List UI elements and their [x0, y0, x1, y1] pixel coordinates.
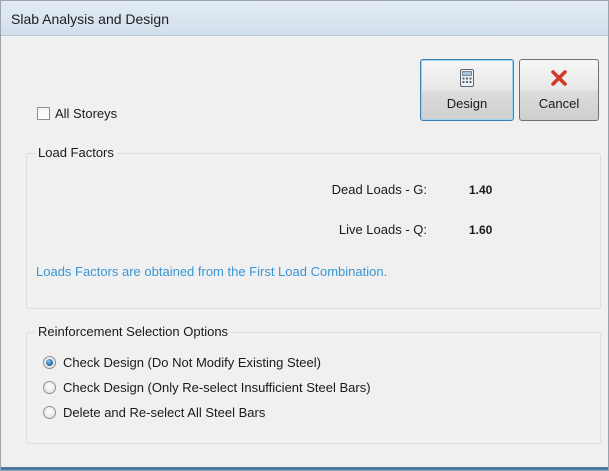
- slab-analysis-dialog: Slab Analysis and Design All Storeys Des…: [0, 0, 609, 471]
- load-factors-title: Load Factors: [35, 145, 117, 160]
- design-button-label: Design: [446, 96, 488, 111]
- load-factors-group: Load Factors Dead Loads - G: 1.40 Live L…: [26, 145, 601, 309]
- dead-loads-label: Dead Loads - G:: [331, 182, 427, 197]
- design-button[interactable]: Design: [420, 59, 514, 121]
- reinforcement-options-group: Reinforcement Selection Options Check De…: [26, 324, 601, 444]
- reinforcement-options-title: Reinforcement Selection Options: [35, 324, 232, 339]
- live-loads-label: Live Loads - Q:: [338, 222, 427, 237]
- cancel-button-label: Cancel: [538, 96, 580, 111]
- live-loads-value: 1.60: [469, 223, 493, 237]
- radio-label[interactable]: Check Design (Do Not Modify Existing Ste…: [63, 355, 321, 370]
- radio-label[interactable]: Check Design (Only Re-select Insufficien…: [63, 380, 371, 395]
- cancel-button[interactable]: Cancel: [519, 59, 599, 121]
- radio-button[interactable]: [43, 380, 56, 394]
- all-storeys-label[interactable]: All Storeys: [55, 106, 117, 121]
- radio-option-check-design-reselect-insufficient[interactable]: Check Design (Only Re-select Insufficien…: [43, 379, 371, 395]
- radio-button[interactable]: [43, 405, 56, 419]
- window-title: Slab Analysis and Design: [11, 11, 169, 27]
- all-storeys-checkbox[interactable]: [37, 106, 50, 120]
- radio-option-check-design-no-modify[interactable]: Check Design (Do Not Modify Existing Ste…: [43, 354, 321, 370]
- radio-option-delete-reselect-all[interactable]: Delete and Re-select All Steel Bars: [43, 404, 265, 420]
- load-factors-note: Loads Factors are obtained from the Firs…: [36, 264, 388, 279]
- red-x-icon: [551, 70, 567, 86]
- all-storeys-option[interactable]: All Storeys: [37, 105, 117, 121]
- dead-loads-value: 1.40: [469, 183, 493, 197]
- title-bar[interactable]: Slab Analysis and Design: [1, 1, 608, 36]
- radio-button[interactable]: [43, 355, 56, 369]
- calculator-icon: [460, 69, 474, 87]
- window-bottom-border: [1, 467, 608, 470]
- radio-label[interactable]: Delete and Re-select All Steel Bars: [63, 405, 265, 420]
